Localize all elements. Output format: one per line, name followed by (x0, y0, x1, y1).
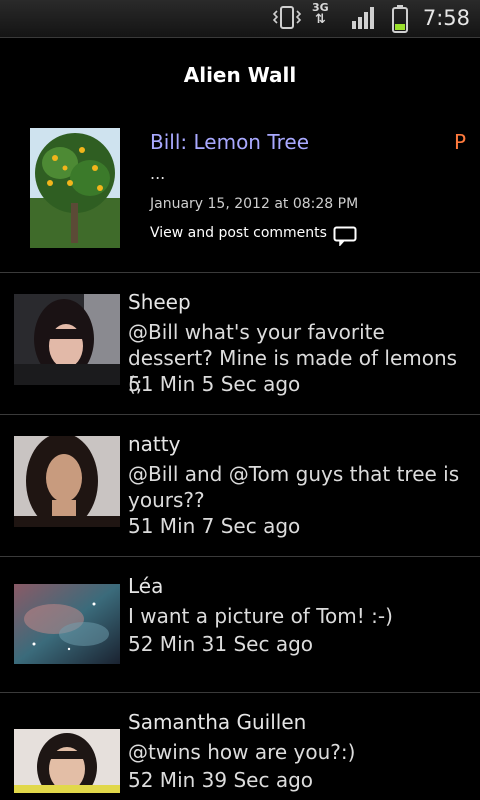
status-bar: 3G ⇅ 7:58 (0, 0, 480, 38)
comment-text: I want a picture of Tom! :-) (128, 604, 393, 628)
comment-text: @twins how are you?:) (128, 740, 356, 764)
data-3g-icon: 3G ⇅ (312, 1, 329, 27)
signal-icon (352, 7, 374, 29)
list-item[interactable]: Sheep @Bill what's your favorite dessert… (0, 273, 480, 415)
comment-text: @Bill and @Tom guys that tree is yours?? (128, 462, 460, 512)
post-photo[interactable] (30, 128, 120, 248)
clock: 7:58 (422, 6, 470, 30)
comment-author[interactable]: Samantha Guillen (128, 710, 306, 734)
comment-author[interactable]: Sheep (128, 290, 191, 314)
avatar[interactable] (14, 436, 120, 527)
post-title[interactable]: Bill: Lemon Tree (150, 130, 309, 154)
wall-post[interactable]: Bill: Lemon Tree P ... January 15, 2012 … (0, 112, 480, 273)
page-title: Alien Wall (183, 63, 297, 87)
comment-author[interactable]: natty (128, 432, 180, 456)
avatar[interactable] (14, 729, 120, 793)
comment-time: 51 Min 5 Sec ago (128, 372, 301, 396)
list-item[interactable]: Léa I want a picture of Tom! :-) 52 Min … (0, 557, 480, 693)
comment-time: 52 Min 39 Sec ago (128, 768, 313, 792)
comment-time: 51 Min 7 Sec ago (128, 514, 301, 538)
post-flag[interactable]: P (454, 130, 466, 154)
post-date: January 15, 2012 at 08:28 PM (150, 196, 359, 212)
avatar[interactable] (14, 294, 120, 385)
avatar[interactable] (14, 584, 120, 664)
vibrate-icon (272, 6, 302, 29)
comment-time: 52 Min 31 Sec ago (128, 632, 313, 656)
view-comments-link[interactable]: View and post comments (150, 225, 327, 241)
post-text: ... (150, 164, 166, 183)
list-item[interactable]: Samantha Guillen @twins how are you?:) 5… (0, 693, 480, 800)
battery-icon (392, 5, 408, 33)
comment-author[interactable]: Léa (128, 574, 163, 598)
comment-bubble-icon[interactable] (333, 226, 357, 246)
list-item[interactable]: natty @Bill and @Tom guys that tree is y… (0, 415, 480, 557)
